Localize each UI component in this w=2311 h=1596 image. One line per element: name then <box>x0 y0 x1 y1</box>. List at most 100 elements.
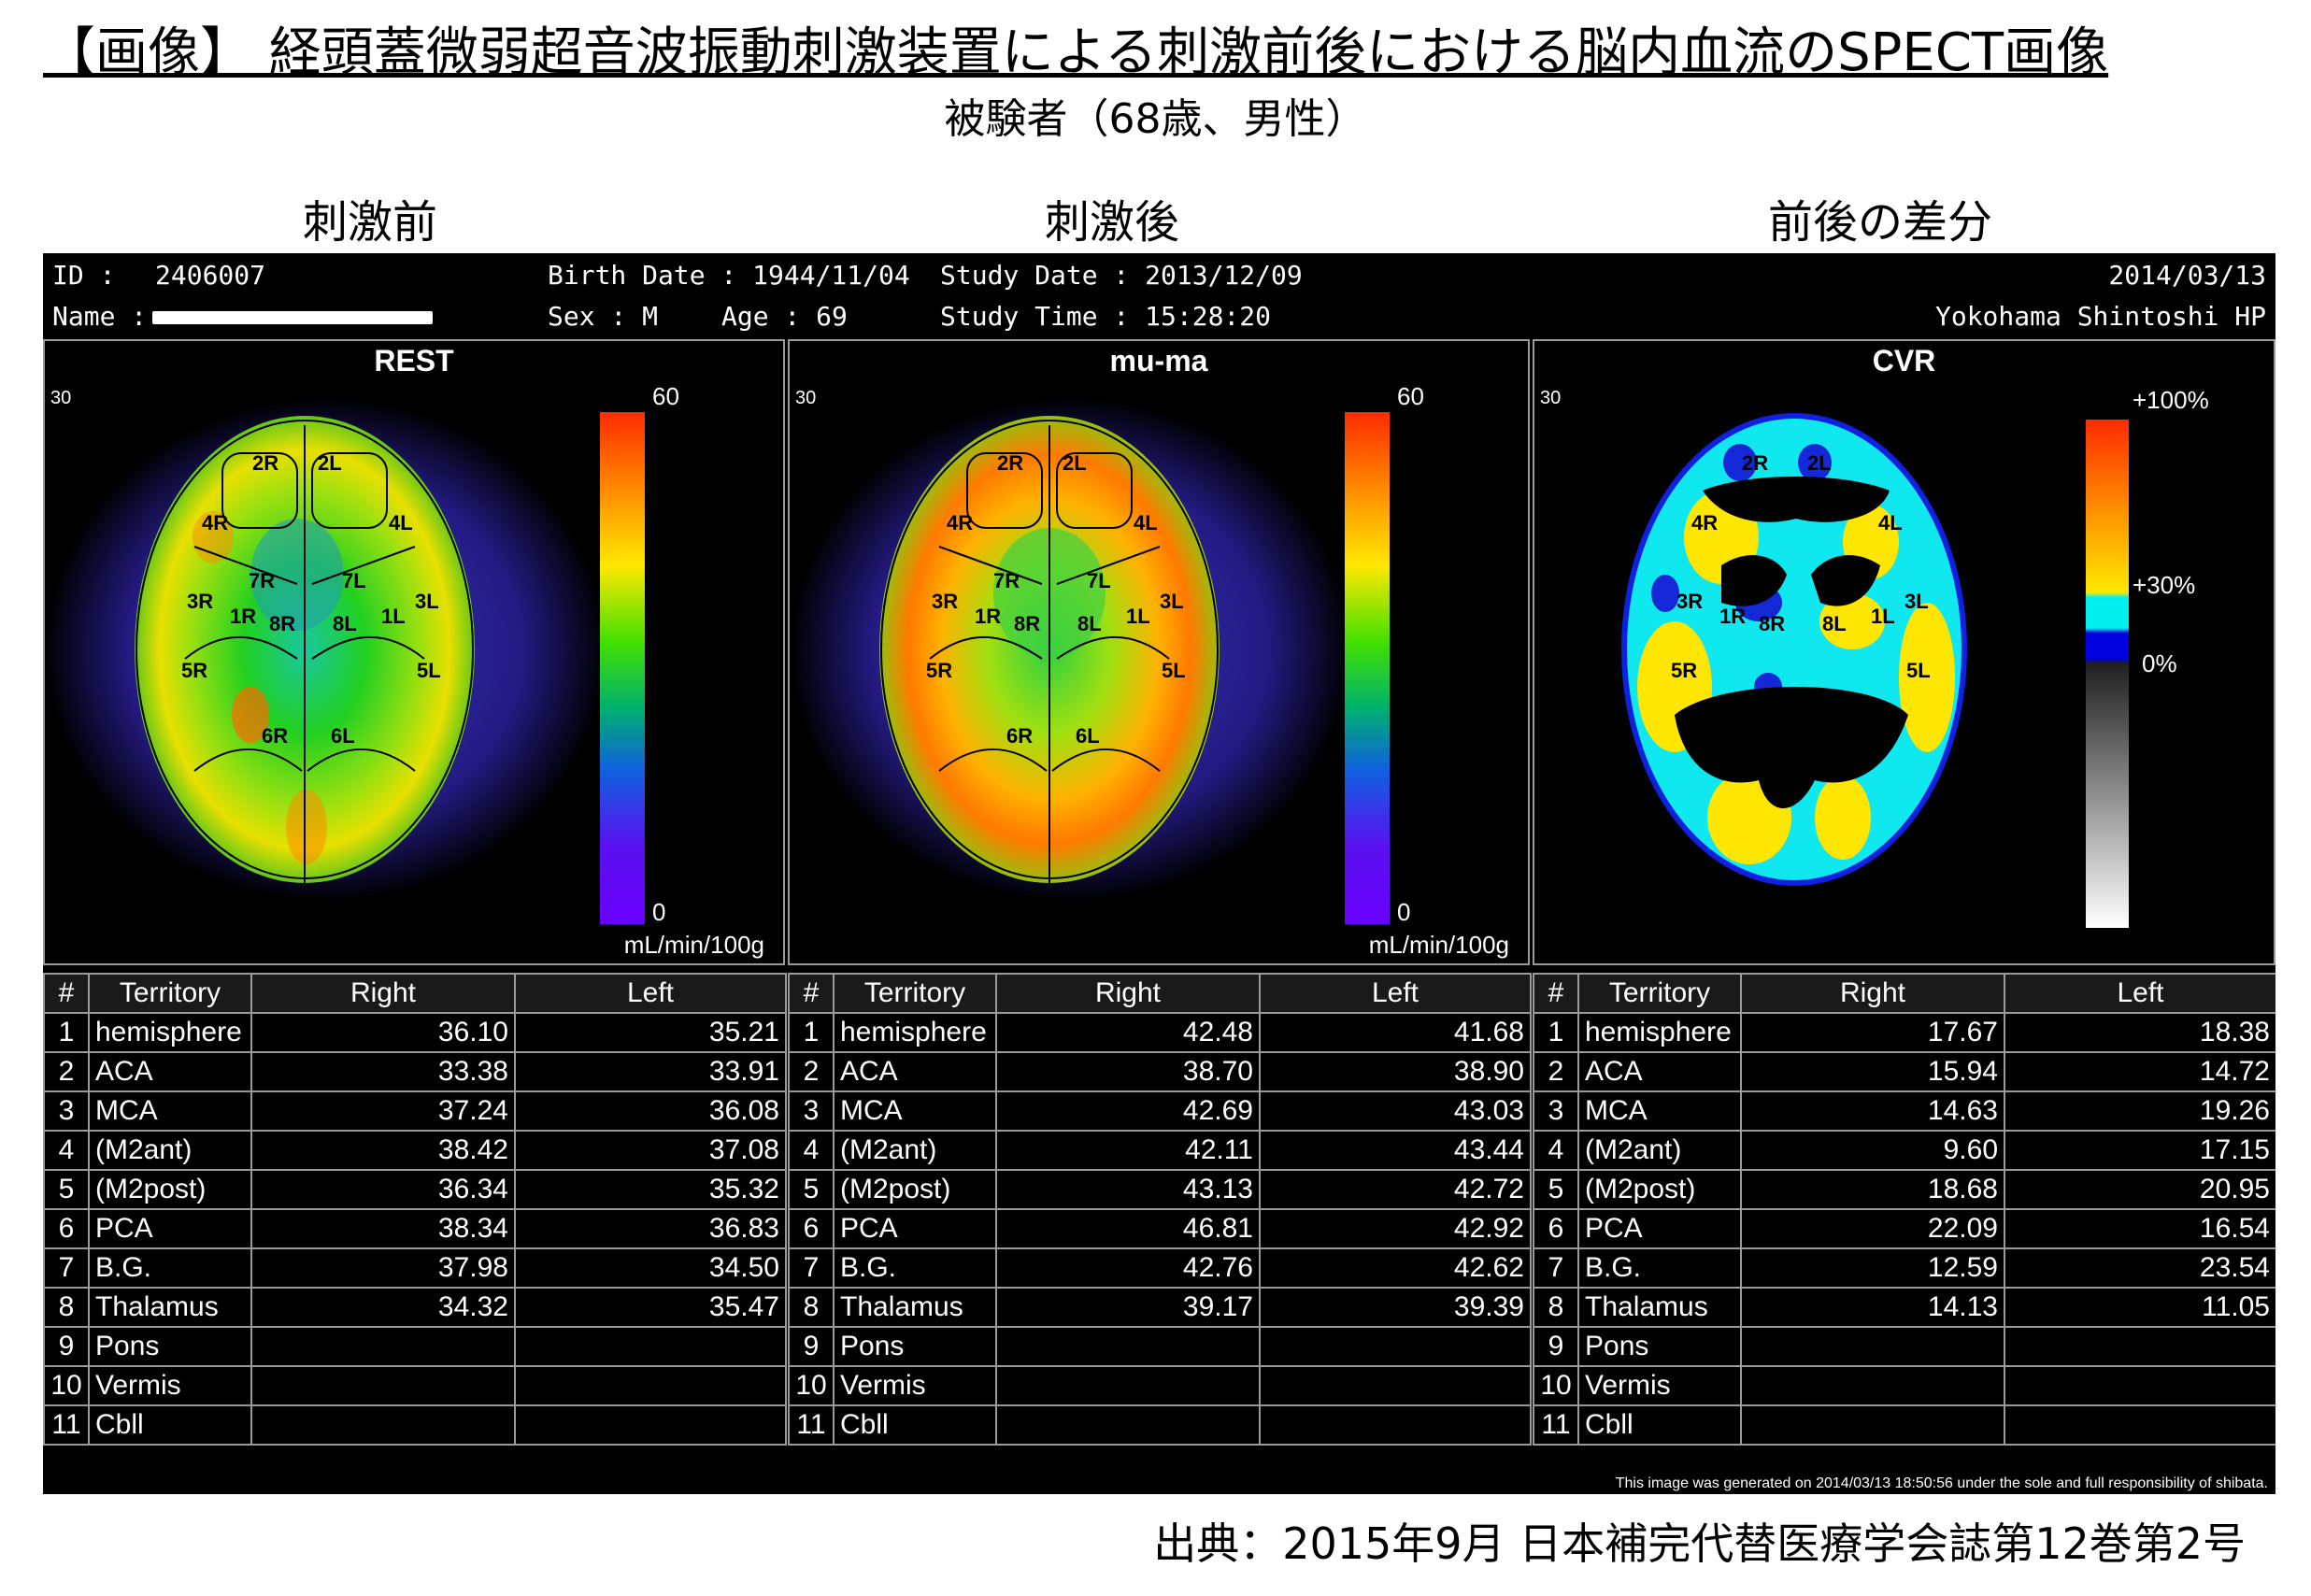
row-number: 4 <box>43 1130 90 1171</box>
region-label: 3R <box>932 590 958 613</box>
right-value-cell <box>250 1326 516 1367</box>
right-value-cell: 42.76 <box>995 1247 1261 1289</box>
territory-cell: (M2post) <box>833 1169 997 1210</box>
region-label: 5L <box>1162 659 1186 682</box>
territory-cell: (M2post) <box>1577 1169 1742 1210</box>
generation-note: This image was generated on 2014/03/13 1… <box>1615 1475 2268 1491</box>
region-label: 7R <box>249 569 275 592</box>
territory-cell: MCA <box>833 1090 997 1132</box>
territory-table-cvr: # Territory Right Left 1 hemisphere 17.67 1… <box>1533 973 2275 1446</box>
brain-image-rest: 2R 2L 4R 4L 7R 7L 3R 3L 1R 1L 8R 8L 5R 5L 6R 6L <box>45 397 645 924</box>
table-row: 3 MCA 42.69 43.03 <box>788 1090 1532 1132</box>
pane-cvr: CVR 30 2R 2L 4R 4L 7R 7L 3R 3L 1R 1L 8R … <box>1533 339 2275 965</box>
territory-cell: ACA <box>833 1051 997 1092</box>
left-value-cell <box>514 1326 787 1367</box>
table-row: 1 hemisphere 17.67 18.38 <box>1533 1012 2275 1053</box>
col-header-right: Right <box>995 973 1261 1014</box>
region-label: 2R <box>252 451 278 475</box>
panel-label-diff: 前後の差分 <box>1767 196 1992 249</box>
region-label: 4R <box>1691 511 1718 534</box>
table-row: 9 Pons <box>43 1326 787 1367</box>
region-label: 3R <box>1676 590 1703 613</box>
left-value-cell: 41.68 <box>1259 1012 1532 1053</box>
table-header-row: # Territory Right Left <box>43 973 787 1014</box>
row-number: 2 <box>1533 1051 1579 1092</box>
right-value-cell: 14.63 <box>1740 1090 2005 1132</box>
row-number: 7 <box>1533 1247 1579 1289</box>
region-label: 4R <box>947 511 973 534</box>
table-row: 6 PCA 38.34 36.83 <box>43 1208 787 1249</box>
table-row: 3 MCA 37.24 36.08 <box>43 1090 787 1132</box>
row-number: 10 <box>43 1365 90 1406</box>
territory-cell: Thalamus <box>833 1287 997 1328</box>
left-value-cell: 37.08 <box>514 1130 787 1171</box>
territory-cell: Thalamus <box>88 1287 252 1328</box>
territory-cell: PCA <box>833 1208 997 1249</box>
right-value-cell: 12.59 <box>1740 1247 2005 1289</box>
territory-cell: Pons <box>1577 1326 1742 1367</box>
territory-cell: PCA <box>88 1208 252 1249</box>
region-label: 6R <box>262 724 288 748</box>
region-label: 7R <box>1738 569 1764 592</box>
table-row: 2 ACA 38.70 38.90 <box>788 1051 1532 1092</box>
col-header-territory: Territory <box>833 973 997 1014</box>
scale-bottom-label: 0 <box>1397 898 1411 926</box>
left-value-cell: 18.38 <box>2004 1012 2275 1053</box>
region-label: 7L <box>342 569 366 592</box>
territory-cell: Vermis <box>1577 1365 1742 1406</box>
region-label: 2R <box>1742 451 1768 475</box>
territory-cell: B.G. <box>88 1247 252 1289</box>
left-value-cell: 42.62 <box>1259 1247 1532 1289</box>
panel-label-after: 刺激後 <box>1044 196 1179 249</box>
left-value-cell: 35.32 <box>514 1169 787 1210</box>
color-scale-bar <box>1345 412 1390 924</box>
right-value-cell: 36.34 <box>250 1169 516 1210</box>
left-value-cell: 35.21 <box>514 1012 787 1053</box>
territory-cell: hemisphere <box>833 1012 997 1053</box>
territory-cell: Cbll <box>833 1404 997 1446</box>
left-value-cell: 14.72 <box>2004 1051 2275 1092</box>
scale-zero-label: 0% <box>2142 649 2177 677</box>
row-number: 9 <box>1533 1326 1579 1367</box>
birth-date: Birth Date : 1944/11/04 <box>548 260 910 291</box>
right-value-cell <box>1740 1365 2005 1406</box>
row-number: 9 <box>43 1326 90 1367</box>
region-label: 2L <box>1807 451 1832 475</box>
left-value-cell: 42.92 <box>1259 1208 1532 1249</box>
right-value-cell: 39.17 <box>995 1287 1261 1328</box>
table-row: 5 (M2post) 36.34 35.32 <box>43 1169 787 1210</box>
panel-label-before: 刺激前 <box>302 196 437 249</box>
scale-top-label: 60 <box>652 382 679 410</box>
row-number: 6 <box>43 1208 90 1249</box>
table-row: 2 ACA 15.94 14.72 <box>1533 1051 2275 1092</box>
territory-cell: Vermis <box>88 1365 252 1406</box>
right-value-cell <box>1740 1404 2005 1446</box>
brain-image-mu-ma: 2R 2L 4R 4L 7R 7L 3R 3L 1R 1L 8R 8L 5R 5L 6R 6L <box>790 397 1390 924</box>
left-value-cell <box>2004 1365 2275 1406</box>
table-row: 8 Thalamus 39.17 39.39 <box>788 1287 1532 1328</box>
region-label: 8L <box>333 612 357 635</box>
color-scale-bar <box>2086 420 2129 928</box>
region-label: 3R <box>187 590 213 613</box>
region-label: 2L <box>318 451 342 475</box>
row-number: 1 <box>43 1012 90 1053</box>
right-value-cell: 9.60 <box>1740 1130 2005 1171</box>
table-row: 1 hemisphere 42.48 41.68 <box>788 1012 1532 1053</box>
col-header-right: Right <box>1740 973 2005 1014</box>
territory-table-rest: # Territory Right Left 1 hemisphere 36.10 3… <box>43 973 787 1446</box>
row-number: 6 <box>1533 1208 1579 1249</box>
left-value-cell: 34.50 <box>514 1247 787 1289</box>
territory-cell: PCA <box>1577 1208 1742 1249</box>
region-label: 5L <box>1906 659 1931 682</box>
page-title: 【画像】 経頭蓋微弱超音波振動刺激装置による刺激前後における脳内血流のSPECT… <box>43 22 2109 83</box>
table-row: 8 Thalamus 34.32 35.47 <box>43 1287 787 1328</box>
region-label: 4L <box>1134 511 1158 534</box>
col-header-left: Left <box>1259 973 1532 1014</box>
left-value-cell: 43.03 <box>1259 1090 1532 1132</box>
territory-cell: ACA <box>88 1051 252 1092</box>
row-number: 1 <box>1533 1012 1579 1053</box>
right-value-cell: 15.94 <box>1740 1051 2005 1092</box>
pane-title: CVR <box>1872 344 1936 378</box>
table-row: 6 PCA 46.81 42.92 <box>788 1208 1532 1249</box>
right-value-cell: 18.68 <box>1740 1169 2005 1210</box>
